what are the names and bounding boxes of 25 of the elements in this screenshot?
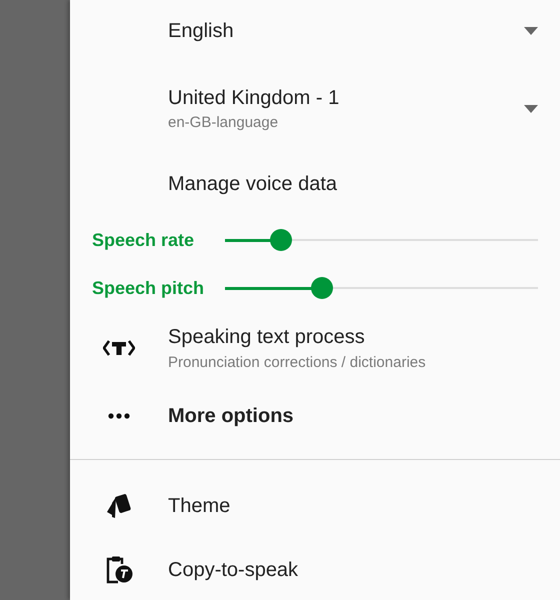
manage-voice-data-link[interactable]: Manage voice data (168, 172, 338, 196)
caret-icon (524, 105, 538, 113)
menu-item[interactable]: Theme (70, 474, 560, 538)
dropdown-value: English (168, 20, 235, 42)
menu-item[interactable]: Speaking text process Pronunciation corrections / dictionaries (70, 312, 560, 384)
menu-item[interactable]: More options (70, 384, 560, 448)
menu-item[interactable]: Copy-to-speak (70, 538, 560, 600)
slider-thumb[interactable] (311, 277, 334, 299)
cards-icon (105, 492, 133, 520)
item-title: Theme (168, 494, 230, 518)
language-dropdown[interactable]: United Kingdom - 1 en-GB-language (70, 70, 560, 148)
language-dropdown[interactable]: English (70, 0, 560, 62)
dropdown-subtitle: en-GB-language (168, 114, 280, 131)
dropdown-value: United Kingdom - 1 (168, 87, 340, 110)
item-title: Copy-to-speak (168, 558, 298, 582)
slider-thumb[interactable] (270, 229, 292, 251)
caret-icon (524, 27, 538, 35)
text-tag-icon (103, 338, 135, 358)
slider-label: Speech rate (92, 230, 196, 250)
more-icon (108, 413, 130, 419)
item-title: Speaking text process (168, 326, 366, 348)
clipboard-icon (104, 555, 134, 585)
slider-label: Speech pitch (92, 278, 206, 298)
item-title: More options (168, 404, 294, 428)
item-subtitle: Pronunciation corrections / dictionaries (168, 354, 426, 370)
